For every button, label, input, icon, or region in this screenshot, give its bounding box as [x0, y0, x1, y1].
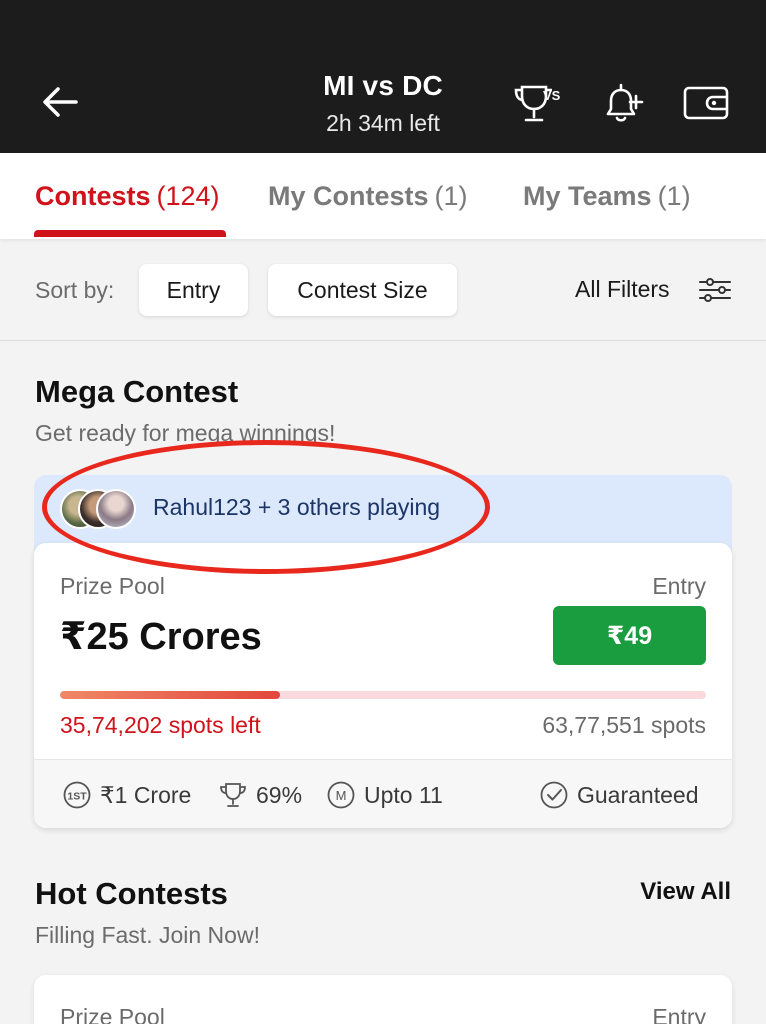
svg-text:M: M — [336, 788, 347, 803]
app-header: MI vs DC 2h 34m left VS — [0, 0, 766, 153]
max-teams: M Upto 11 — [326, 780, 443, 810]
all-filters-button[interactable]: All Filters — [575, 276, 670, 303]
mega-contest-title: Mega Contest — [35, 374, 239, 409]
filter-sliders-icon[interactable] — [698, 276, 732, 304]
spots-progress-fill — [60, 691, 280, 699]
svg-text:VS: VS — [543, 88, 561, 103]
svg-text:1ST: 1ST — [67, 791, 87, 803]
entry-fee-button[interactable]: ₹49 — [553, 606, 706, 665]
trophy-icon — [220, 783, 246, 807]
divider — [0, 340, 766, 341]
spots-left: 35,74,202 spots left — [60, 712, 261, 738]
max-teams-icon: M — [327, 781, 355, 809]
total-spots: 63,77,551 spots — [542, 712, 706, 738]
sort-entry-chip[interactable]: Entry — [139, 264, 248, 316]
tab-my-teams[interactable]: My Teams (1) — [523, 181, 691, 212]
match-title: MI vs DC — [323, 70, 443, 101]
view-all-link[interactable]: View All — [640, 878, 731, 906]
highlight-annotation-circle — [42, 440, 490, 574]
tab-bar: Contests (124) My Contests (1) My Teams (1) — [0, 153, 766, 239]
spots-progress-bar — [60, 691, 706, 699]
sort-contest-size-chip[interactable]: Contest Size — [268, 264, 457, 316]
guaranteed-label: Guaranteed — [577, 781, 699, 808]
trophy-vs-icon[interactable]: VS — [512, 78, 562, 128]
win-percent-value: 69% — [256, 781, 303, 808]
prize-pool-amount: ₹25 Crores — [60, 616, 262, 658]
first-prize: 1ST ₹1 Crore — [62, 780, 191, 810]
entry-label: Entry — [652, 573, 706, 599]
time-left: 2h 34m left — [326, 110, 440, 136]
tab-my-contests[interactable]: My Contests (1) — [268, 181, 468, 212]
hot-contests-subtitle: Filling Fast. Join Now! — [35, 922, 260, 948]
sort-label: Sort by: — [35, 277, 115, 303]
check-circle-icon — [540, 781, 568, 809]
entry-label: Entry — [652, 1004, 706, 1024]
prize-pool-label: Prize Pool — [60, 1004, 165, 1024]
tab-contests[interactable]: Contests (124) — [35, 181, 220, 212]
win-percentage: 69% — [218, 780, 302, 810]
first-rank-icon: 1ST — [63, 781, 91, 809]
max-teams-value: Upto 11 — [364, 781, 443, 808]
prize-pool-label: Prize Pool — [60, 573, 165, 599]
add-reminder-icon[interactable] — [598, 78, 648, 128]
hot-contests-title: Hot Contests — [35, 876, 228, 911]
first-prize-amount: ₹1 Crore — [100, 781, 192, 808]
guaranteed-badge: Guaranteed — [539, 780, 698, 810]
wallet-icon[interactable] — [680, 78, 730, 128]
active-tab-indicator — [34, 230, 226, 237]
